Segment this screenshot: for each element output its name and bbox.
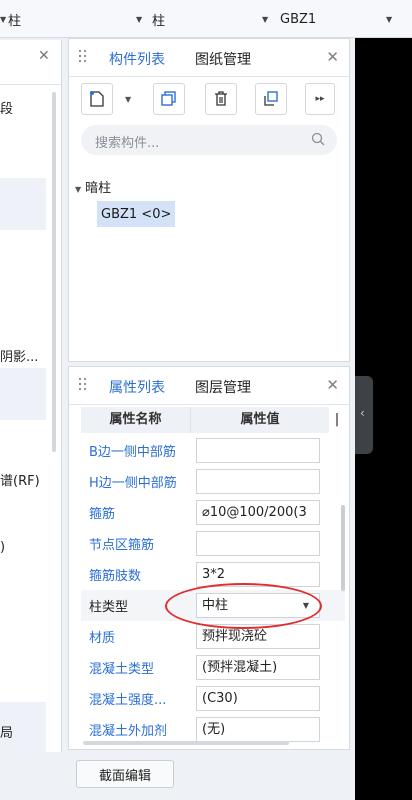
- property-name: 箍筋: [89, 507, 116, 522]
- left-panel-row[interactable]: 阴影...: [0, 346, 50, 365]
- property-horizontal-scrollbar[interactable]: [83, 741, 289, 745]
- annotation-circle: [165, 583, 322, 629]
- tab-component-list[interactable]: 构件列表: [109, 49, 165, 69]
- selector-middle-value: 柱: [152, 13, 166, 29]
- chevron-down-icon: ▼: [0, 15, 7, 24]
- property-name: 混凝土外加剂: [89, 724, 168, 739]
- drawing-viewport[interactable]: ‹: [355, 38, 412, 800]
- property-value-field[interactable]: (无): [196, 717, 320, 742]
- chevron-left-icon: ‹: [360, 406, 365, 420]
- chevron-down-icon: ▼: [386, 15, 393, 24]
- left-panel-row[interactable]: 谱(RF): [0, 470, 50, 489]
- left-panel-row[interactable]: 段: [0, 98, 50, 117]
- selector-left-value: 柱: [8, 13, 22, 29]
- chevron-down-icon: ▼: [262, 15, 269, 24]
- property-value-field[interactable]: [196, 438, 320, 463]
- property-row: 箍筋 ⌀10@100/200(3: [81, 497, 345, 528]
- property-name: 箍筋肢数: [89, 569, 142, 584]
- tree-node-hidden-column[interactable]: ▼ 暗柱: [75, 177, 111, 196]
- property-name: 混凝土强度...: [89, 693, 167, 708]
- property-vertical-scrollbar[interactable]: [341, 505, 345, 591]
- property-value-field[interactable]: [196, 469, 320, 494]
- property-list-panel: 属性列表 图层管理 ✕ 属性名称 属性值 | B边一侧中部筋 H边一侧中部筋 箍…: [68, 366, 350, 750]
- property-name: 混凝土类型: [89, 662, 155, 677]
- new-component-button[interactable]: [81, 83, 113, 115]
- property-name: H边一侧中部筋: [89, 476, 177, 491]
- trash-icon: [215, 91, 227, 106]
- left-panel-highlight: [0, 178, 46, 230]
- selector-right-value: GBZ1: [280, 11, 317, 27]
- left-panel-row[interactable]: ): [0, 540, 50, 555]
- header-extra: |: [334, 412, 340, 427]
- property-value-field[interactable]: (预拌混凝土): [196, 655, 320, 680]
- copy-icon: [161, 91, 176, 106]
- search-icon: [311, 132, 325, 146]
- panel-header: 构件列表 图纸管理 ✕: [69, 39, 349, 77]
- search-component-input[interactable]: 搜索构件...: [81, 125, 337, 155]
- tree-node-gbz1[interactable]: GBZ1 <0>: [97, 201, 176, 227]
- property-table-header: 属性名称 属性值 |: [81, 407, 345, 433]
- property-name: B边一侧中部筋: [89, 445, 176, 460]
- selector-middle-dropdown[interactable]: 柱 ▼: [148, 7, 274, 31]
- property-row: 混凝土强度... (C30): [81, 683, 345, 714]
- drag-handle-icon[interactable]: [79, 50, 87, 66]
- close-icon[interactable]: ✕: [326, 48, 339, 66]
- header-property-value: 属性值: [191, 407, 329, 433]
- layer-copy-icon: [264, 91, 278, 106]
- component-toolbar: ▼ ▸▸: [69, 83, 351, 119]
- drag-handle-icon[interactable]: [79, 378, 87, 394]
- property-row: H边一侧中部筋: [81, 466, 345, 497]
- property-row: 混凝土类型 (预拌混凝土): [81, 652, 345, 683]
- chevron-down-icon[interactable]: ▼: [125, 95, 131, 104]
- more-button[interactable]: ▸▸: [305, 83, 335, 115]
- tree-node-label: GBZ1 <0>: [101, 206, 172, 222]
- panel-header: 属性列表 图层管理 ✕: [69, 367, 349, 405]
- property-row: 节点区箍筋: [81, 528, 345, 559]
- close-icon[interactable]: ✕: [38, 48, 50, 64]
- property-name: 柱类型: [89, 600, 129, 615]
- collapse-panel-handle[interactable]: ‹: [355, 376, 373, 454]
- copy-component-button[interactable]: [153, 83, 185, 115]
- close-icon[interactable]: ✕: [326, 376, 339, 394]
- search-placeholder: 搜索构件...: [95, 136, 160, 151]
- header-property-name: 属性名称: [81, 407, 191, 433]
- double-chevron-right-icon: ▸▸: [315, 94, 325, 104]
- new-file-icon: [90, 91, 104, 107]
- property-value-field[interactable]: [196, 531, 320, 556]
- caret-down-icon[interactable]: ▼: [75, 185, 81, 194]
- property-row: B边一侧中部筋: [81, 435, 345, 466]
- property-value-field[interactable]: (C30): [196, 686, 320, 711]
- left-panel: ✕ 段 阴影... 谱(RF) ) 局: [0, 40, 62, 752]
- section-edit-button[interactable]: 截面编辑: [76, 760, 174, 788]
- tab-layer-management[interactable]: 图层管理: [195, 377, 251, 397]
- property-name: 节点区箍筋: [89, 538, 155, 553]
- top-selector-bar: ▼ 柱 ▼ 柱 ▼ GBZ1 ▼: [0, 0, 412, 38]
- left-panel-highlight: [0, 368, 46, 420]
- component-list-panel: 构件列表 图纸管理 ✕ ▼ ▸▸ 搜索构件... ▼ 暗柱 GBZ1 <0>: [68, 38, 350, 362]
- layer-copy-button[interactable]: [255, 83, 287, 115]
- delete-component-button[interactable]: [205, 83, 237, 115]
- left-panel-row[interactable]: 局: [0, 722, 50, 741]
- left-panel-scrollbar[interactable]: [52, 92, 56, 452]
- selector-left-dropdown[interactable]: ▼ 柱 ▼: [0, 7, 146, 31]
- chevron-down-icon: ▼: [136, 15, 143, 24]
- tree-node-label: 暗柱: [85, 181, 112, 196]
- property-value-field[interactable]: ⌀10@100/200(3: [196, 500, 320, 525]
- selector-right-dropdown[interactable]: GBZ1 ▼: [276, 7, 402, 31]
- property-name: 材质: [89, 631, 116, 646]
- divider: [0, 84, 61, 85]
- tab-drawing-management[interactable]: 图纸管理: [195, 49, 251, 69]
- tab-property-list[interactable]: 属性列表: [109, 377, 165, 397]
